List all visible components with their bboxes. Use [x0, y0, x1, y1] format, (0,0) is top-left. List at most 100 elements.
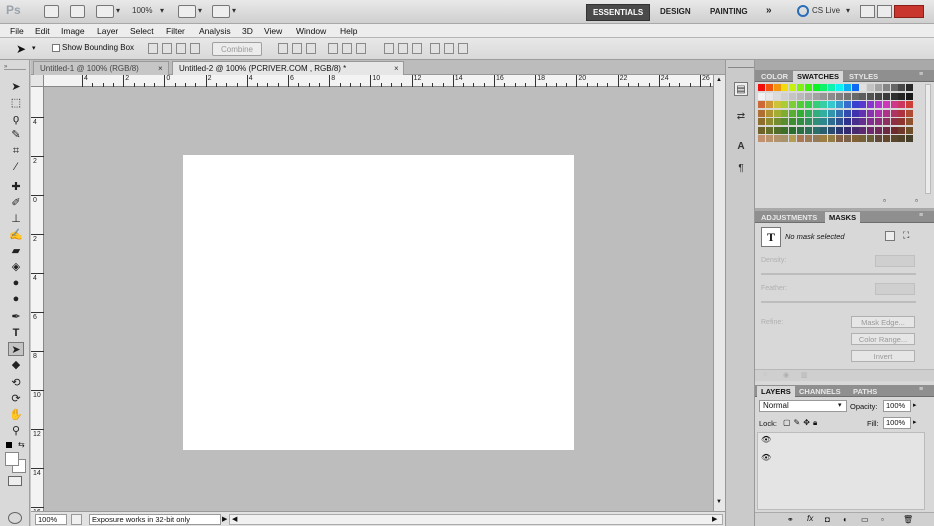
- swatch-cell[interactable]: [773, 109, 781, 117]
- scroll-left-arrow-icon[interactable]: ◀: [232, 515, 237, 523]
- mask-edge-button[interactable]: Mask Edge...: [851, 316, 915, 328]
- tab-channels[interactable]: CHANNELS: [795, 386, 845, 397]
- swatch-cell[interactable]: [820, 109, 828, 117]
- swatch-cell[interactable]: [812, 126, 820, 134]
- path-exclude-icon[interactable]: [190, 43, 200, 54]
- swatch-cell[interactable]: [773, 118, 781, 125]
- swatch-cell[interactable]: [758, 84, 765, 91]
- swatch-cell[interactable]: [836, 126, 843, 134]
- tab-paths[interactable]: PATHS: [849, 386, 881, 397]
- swatch-cell[interactable]: [882, 101, 890, 108]
- masks-panel-menu-icon[interactable]: ≡: [919, 212, 923, 219]
- horizontal-ruler[interactable]: 4 2 0 2 4 6 8 10 12 14 16 18 20 22 24 26: [44, 75, 732, 87]
- ruler-origin[interactable]: [31, 75, 44, 87]
- align-vertical-center-icon[interactable]: [292, 43, 302, 54]
- menu-file[interactable]: File: [10, 26, 24, 36]
- show-bounding-box-checkbox[interactable]: [52, 44, 60, 52]
- layer-visibility-eye-icon[interactable]: 👁︎: [761, 435, 775, 447]
- swatch-cell[interactable]: [867, 135, 875, 142]
- swatch-cell[interactable]: [789, 126, 797, 134]
- swatch-cell[interactable]: [867, 92, 875, 100]
- swatch-cell[interactable]: [820, 118, 828, 125]
- swatch-cell[interactable]: [820, 135, 828, 142]
- swatch-cell[interactable]: [789, 109, 797, 117]
- feather-slider[interactable]: [761, 301, 916, 303]
- layer-style-icon[interactable]: fx: [807, 514, 813, 523]
- quick-selection-tool-icon[interactable]: ✎: [8, 128, 24, 142]
- paint-bucket-tool-icon[interactable]: ◈: [8, 260, 24, 274]
- status-menu-arrow-icon[interactable]: ▶: [222, 515, 227, 523]
- swatch-cell[interactable]: [859, 118, 867, 125]
- swatch-cell[interactable]: [773, 126, 781, 134]
- swatch-cell[interactable]: [882, 118, 890, 125]
- foreground-color-swatch[interactable]: [5, 452, 19, 466]
- brush-tool-icon[interactable]: ✐: [8, 196, 24, 210]
- swatch-cell[interactable]: [812, 135, 820, 142]
- tab-color[interactable]: COLOR: [757, 71, 792, 82]
- opacity-field[interactable]: 100%: [883, 400, 911, 412]
- swatch-cell[interactable]: [836, 84, 843, 91]
- mini-bridge-icon[interactable]: [70, 5, 85, 18]
- close-window-button[interactable]: [894, 5, 924, 18]
- swatch-cell[interactable]: [765, 118, 773, 125]
- swatch-cell[interactable]: [906, 84, 914, 91]
- cs-live-menu[interactable]: CS Live: [812, 6, 840, 15]
- swatch-cell[interactable]: [836, 101, 843, 108]
- swatch-cell[interactable]: [851, 118, 859, 125]
- quick-mask-icon[interactable]: [8, 476, 22, 486]
- workspace-painting-button[interactable]: PAINTING: [704, 4, 754, 21]
- swatch-cell[interactable]: [867, 109, 875, 117]
- swatch-cell[interactable]: [828, 126, 836, 134]
- swatch-cell[interactable]: [898, 92, 906, 100]
- swatch-cell[interactable]: [875, 84, 882, 91]
- align-horizontal-center-icon[interactable]: [342, 43, 352, 54]
- swatch-cell[interactable]: [765, 126, 773, 134]
- close-tab-2-icon[interactable]: ×: [394, 64, 402, 74]
- swatch-cell[interactable]: [851, 135, 859, 142]
- swatch-cell[interactable]: [890, 135, 898, 142]
- actions-panel-icon[interactable]: ⇄: [734, 110, 748, 124]
- swatch-cell[interactable]: [875, 92, 882, 100]
- layers-list[interactable]: 👁︎ 👁︎: [757, 432, 925, 510]
- swatches-grid[interactable]: [758, 84, 914, 144]
- adjustment-layer-icon[interactable]: ◐: [843, 515, 848, 524]
- layers-panel-menu-icon[interactable]: ≡: [919, 386, 923, 393]
- swatch-cell[interactable]: [906, 92, 914, 100]
- invert-button[interactable]: Invert: [851, 350, 915, 362]
- swatch-cell[interactable]: [820, 84, 828, 91]
- swatch-cell[interactable]: [898, 126, 906, 134]
- swatch-cell[interactable]: [898, 109, 906, 117]
- density-slider[interactable]: [761, 273, 916, 275]
- swatch-cell[interactable]: [867, 118, 875, 125]
- swatch-cell[interactable]: [828, 109, 836, 117]
- load-selection-icon[interactable]: ◌: [763, 371, 767, 378]
- swatches-scrollbar[interactable]: [925, 84, 931, 194]
- swatch-cell[interactable]: [890, 101, 898, 108]
- screen-mode-icon[interactable]: [212, 5, 230, 18]
- swatch-cell[interactable]: [859, 92, 867, 100]
- swatch-cell[interactable]: [828, 101, 836, 108]
- delete-mask-icon[interactable]: ▥: [801, 371, 808, 379]
- distribute-left-icon[interactable]: [430, 43, 440, 54]
- crop-tool-icon[interactable]: ⌗: [8, 144, 24, 158]
- swatch-cell[interactable]: [851, 101, 859, 108]
- swatch-cell[interactable]: [859, 109, 867, 117]
- swatch-cell[interactable]: [906, 135, 914, 142]
- align-right-icon[interactable]: [356, 43, 366, 54]
- swatch-cell[interactable]: [906, 101, 914, 108]
- menu-image[interactable]: Image: [61, 26, 85, 36]
- layer-visibility-eye-icon[interactable]: 👁︎: [761, 453, 775, 465]
- swatch-cell[interactable]: [797, 101, 804, 108]
- add-mask-icon[interactable]: ◘: [825, 515, 830, 524]
- swatch-cell[interactable]: [843, 109, 851, 117]
- tab-layers[interactable]: LAYERS: [757, 386, 795, 397]
- 3d-camera-tool-icon[interactable]: ⟳: [8, 392, 24, 406]
- swatch-cell[interactable]: [851, 109, 859, 117]
- swatch-cell[interactable]: [773, 84, 781, 91]
- align-left-icon[interactable]: [328, 43, 338, 54]
- status-preview-icon[interactable]: [71, 514, 82, 525]
- color-range-button[interactable]: Color Range...: [851, 333, 915, 345]
- add-vector-mask-icon[interactable]: ⛶: [903, 230, 909, 241]
- swatch-cell[interactable]: [797, 126, 804, 134]
- swatch-cell[interactable]: [843, 118, 851, 125]
